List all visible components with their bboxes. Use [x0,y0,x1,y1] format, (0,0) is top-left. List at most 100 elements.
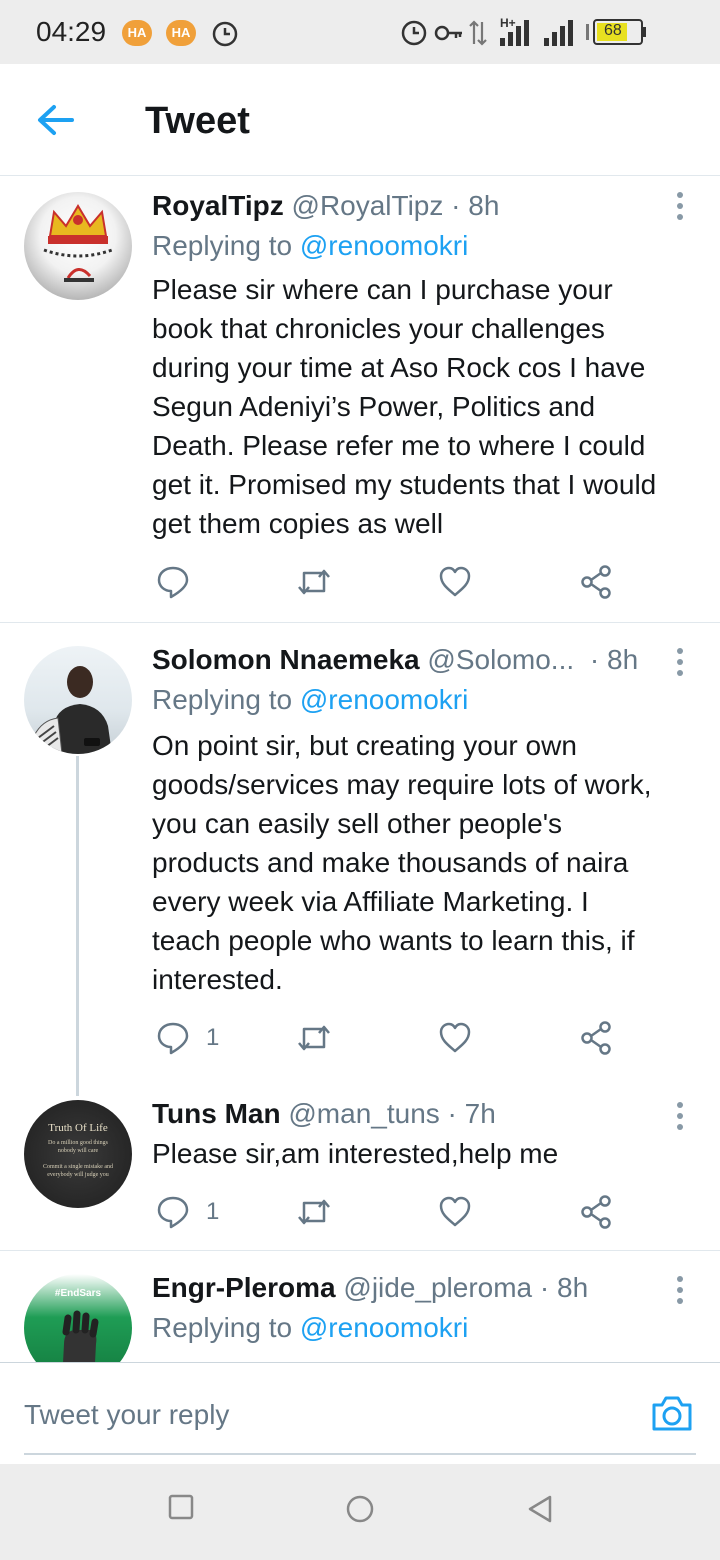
tweet-text: Please sir where can I purchase your boo… [152,270,712,543]
tweet-header: Tuns Man @man_tuns · 7h [152,1098,496,1130]
tweet-text-line: book that chronicles your challenges [152,313,605,344]
circle-icon[interactable] [345,1494,375,1524]
user-handle[interactable]: @jide_pleroma [343,1272,532,1303]
tweet-text-line: Please sir where can I purchase your [152,274,613,305]
tweet-header: RoyalTipz @RoyalTipz · 8h [152,190,499,222]
tweet-text-line: during your time at Aso Rock cos I have [152,352,646,383]
reply-icon [157,1196,189,1229]
replying-prefix: Replying to [152,684,293,715]
reply-count: 1 [206,1198,220,1225]
tweet-item[interactable]: Truth Of Life Do a million good things n… [0,1086,720,1250]
reply-icon [157,1022,189,1055]
retweet-button[interactable] [296,1192,332,1232]
replying-prefix: Replying to [152,1312,293,1343]
avatar-text: nobody will care [57,1148,99,1154]
camera-icon[interactable] [650,1393,694,1433]
raised-fist-icon [62,1310,99,1362]
tweet-time: · 8h [539,1272,589,1303]
user-handle[interactable]: @man_tuns [288,1098,439,1129]
tweet-text-line: get it. Promised my students that I woul… [152,469,657,500]
retweet-button[interactable] [296,562,332,602]
tweet-text-line: Segun Adeniyi’s Power, Politics and [152,391,596,422]
more-options-icon[interactable] [672,1274,688,1306]
display-name[interactable]: Engr-Pleroma [152,1272,336,1303]
display-name[interactable]: Solomon Nnaemeka [152,644,420,675]
retweet-button[interactable] [296,1018,332,1058]
tweet-header: Solomon Nnaemeka @Solomo... · 8h [152,644,638,676]
app-header: Tweet [0,64,720,176]
tweet-text: Please sir,am interested,help me [152,1134,712,1173]
share-icon [581,565,611,599]
tweet-text-line: get them copies as well [152,508,444,539]
reply-icon [157,566,189,599]
square-icon[interactable] [168,1494,194,1520]
alarm-icon [212,21,238,47]
tweet-text-line: teach people who wants to learn this, if [152,925,635,956]
share-button[interactable] [580,1018,612,1058]
tweet-actions: 1 [152,1018,652,1058]
avatar[interactable] [24,646,132,754]
reply-button[interactable]: 1 [156,1192,219,1232]
avatar-title: Truth Of Life [48,1122,108,1134]
tweet-item[interactable]: #EndSars Engr-Pleroma @jide_pleroma · 8h… [0,1260,720,1362]
retweet-icon [298,569,330,595]
tweet-text-line: interested. [152,964,283,995]
display-name[interactable]: Tuns Man [152,1098,281,1129]
status-bar: 04:29 HA HA H+ 68 [0,0,720,64]
display-name[interactable]: RoyalTipz [152,190,284,221]
mention-link[interactable]: @renoomokri [300,684,468,715]
replying-prefix: Replying to [152,230,293,261]
tweet-text-line: products and make thousands of naira [152,847,629,878]
tweet-text-line: On point sir, but creating your own [152,730,577,761]
replying-to: Replying to @renoomokri [152,684,468,716]
like-button[interactable] [438,1018,472,1058]
share-icon [581,1021,611,1055]
reply-composer: Tweet your reply [0,1362,720,1464]
tweet-item[interactable]: Solomon Nnaemeka @Solomo... · 8h Replyin… [0,632,720,1082]
avatar-text: everybody will judge you [47,1172,109,1178]
more-options-icon[interactable] [672,190,688,222]
like-button[interactable] [438,1192,472,1232]
user-handle[interactable]: @RoyalTipz [292,190,444,221]
status-icons: H+ [401,16,646,46]
user-handle[interactable]: @Solomo... [427,644,574,675]
avatar[interactable]: Truth Of Life Do a million good things n… [24,1100,132,1208]
battery-level: 68 [604,22,622,39]
replying-to: Replying to @renoomokri [152,230,468,262]
divider [0,1250,720,1251]
reply-button[interactable] [156,562,206,602]
share-button[interactable] [580,1192,612,1232]
avatar[interactable] [24,192,132,300]
tweet-reply-input[interactable]: Tweet your reply [24,1385,696,1455]
notification-badge-icon: HA [166,20,196,46]
reply-count: 1 [206,1024,220,1051]
arrow-left-icon[interactable] [32,100,80,140]
tweet-text-line: Death. Please refer me to where I could [152,430,646,461]
avatar[interactable]: #EndSars [24,1274,132,1362]
tweet-text-line: goods/services may require lots of work, [152,769,652,800]
tweet-text-line: every week via Affiliate Marketing. I [152,886,589,917]
tweet-text-line: you can easily sell other people's [152,808,563,839]
avatar-text: Commit a single mistake and [43,1164,113,1170]
reply-button[interactable]: 1 [156,1018,219,1058]
tweet-time: · 8h [451,190,500,221]
more-options-icon[interactable] [672,1100,688,1132]
tweet-header: Engr-Pleroma @jide_pleroma · 8h [152,1272,588,1304]
mention-link[interactable]: @renoomokri [300,1312,468,1343]
status-right-group: H+ 68 [400,14,690,50]
like-button[interactable] [438,562,472,602]
system-nav-bar [0,1464,720,1560]
share-button[interactable] [580,562,612,602]
tweet-item[interactable]: RoyalTipz @RoyalTipz · 8h Replying to @r… [0,176,720,622]
heart-icon [439,566,471,597]
tweet-actions [152,562,652,602]
divider [0,622,720,623]
tweet-actions: 1 [152,1192,652,1232]
triangle-back-icon[interactable] [526,1494,554,1524]
person-photo-icon [33,666,112,754]
tweet-text-line: Please sir,am interested,help me [152,1138,559,1169]
more-options-icon[interactable] [672,646,688,678]
page-title: Tweet [145,100,250,142]
mention-link[interactable]: @renoomokri [300,230,468,261]
avatar-text: Do a million good things [48,1140,108,1146]
